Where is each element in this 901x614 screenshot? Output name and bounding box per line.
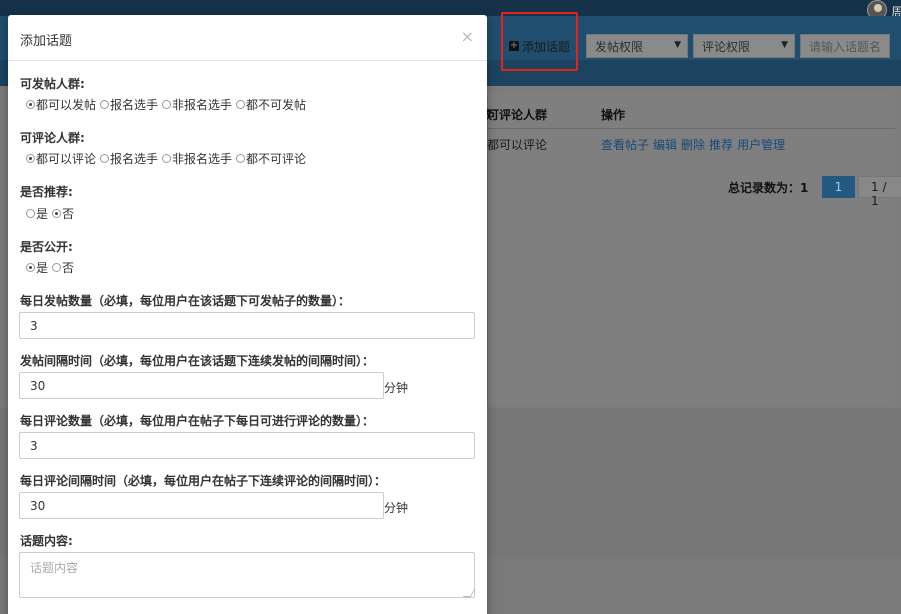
topic-search-input[interactable]: 请输入话题名 — [800, 34, 890, 58]
daily-comments-input[interactable]: 3 — [19, 432, 475, 459]
column-header-commenters: 可评论人群 — [487, 108, 548, 122]
comment-group-option-registered[interactable]: 报名选手 — [98, 150, 158, 167]
radio-label: 否 — [62, 207, 75, 221]
post-interval-unit: 分钟 — [384, 381, 409, 395]
post-permission-value: 发帖权限 — [595, 40, 644, 54]
radio-label: 报名选手 — [110, 152, 159, 166]
radio-checked-icon[interactable] — [26, 263, 35, 272]
radio-label: 非报名选手 — [172, 98, 233, 112]
radio-label: 都可以评论 — [36, 152, 97, 166]
comment-group-label: 可评论人群: — [20, 131, 85, 145]
highlight-annotation — [501, 12, 578, 71]
radio-icon[interactable] — [162, 100, 172, 109]
radio-checked-icon[interactable] — [26, 154, 35, 163]
comment-interval-input[interactable]: 30 — [19, 492, 384, 519]
comment-permission-select[interactable]: 评论权限 ▼ — [693, 34, 795, 58]
delete-link[interactable]: 删除 — [681, 138, 705, 152]
public-label: 是否公开: — [20, 240, 73, 254]
comment-group-radios: 都可以评论 报名选手 非报名选手 都不可评论 — [24, 150, 308, 167]
close-icon[interactable]: × — [461, 27, 474, 46]
radio-label: 是 — [36, 261, 49, 275]
total-records: 总记录数为：1 — [728, 181, 809, 195]
post-group-option-registered[interactable]: 报名选手 — [98, 96, 158, 113]
recommend-link[interactable]: 推荐 — [709, 138, 733, 152]
daily-posts-label: 每日发帖数量（必填，每位用户在该话题下可发帖子的数量）： — [20, 294, 351, 308]
content-textarea[interactable]: 话题内容 — [19, 552, 475, 598]
caret-down-icon: ▼ — [781, 40, 788, 50]
daily-comments-label: 每日评论数量（必填，每位用户在帖子下每日可进行评论的数量）： — [20, 414, 375, 428]
topic-search-placeholder: 请输入话题名 — [809, 40, 882, 54]
post-interval-input[interactable]: 30 — [19, 372, 384, 399]
comment-interval-label: 每日评论间隔时间（必填，每位用户在帖子下连续评论的间隔时间）： — [20, 474, 387, 488]
comment-permission-value: 评论权限 — [702, 40, 751, 54]
post-group-option-unregistered[interactable]: 非报名选手 — [160, 96, 232, 113]
post-group-label: 可发帖人群: — [20, 77, 85, 91]
caret-down-icon: ▼ — [674, 40, 681, 50]
radio-label: 都不可评论 — [246, 152, 307, 166]
radio-label: 都可以发帖 — [36, 98, 97, 112]
radio-icon[interactable] — [162, 154, 172, 163]
radio-label: 都不可发帖 — [246, 98, 307, 112]
public-radios: 是 否 — [24, 259, 76, 276]
view-posts-link[interactable]: 查看帖子 — [601, 138, 649, 152]
post-group-option-none[interactable]: 都不可发帖 — [234, 96, 306, 113]
radio-label: 否 — [62, 261, 75, 275]
top-bar — [0, 0, 901, 16]
modal-header: 添加话题 × — [8, 15, 487, 61]
comment-group-option-all[interactable]: 都可以评论 — [24, 150, 96, 167]
user-management-link[interactable]: 用户管理 — [737, 138, 785, 152]
comment-group-option-unregistered[interactable]: 非报名选手 — [160, 150, 232, 167]
public-option-no[interactable]: 否 — [50, 259, 74, 276]
radio-label: 报名选手 — [110, 98, 159, 112]
daily-posts-input[interactable]: 3 — [19, 312, 475, 339]
radio-icon[interactable] — [26, 209, 35, 218]
radio-label: 是 — [36, 207, 49, 221]
column-header-actions: 操作 — [601, 108, 626, 122]
recommend-option-no[interactable]: 否 — [50, 205, 74, 222]
modal-title: 添加话题 — [20, 34, 73, 49]
radio-checked-icon[interactable] — [26, 100, 35, 109]
radio-icon[interactable] — [236, 100, 246, 109]
pagination-current-page[interactable]: 1 — [822, 176, 855, 198]
radio-label: 非报名选手 — [172, 152, 233, 166]
edit-link[interactable]: 编辑 — [653, 138, 677, 152]
public-option-yes[interactable]: 是 — [24, 259, 48, 276]
recommend-radios: 是 否 — [24, 205, 76, 222]
table-cell-commenters: 都可以评论 — [487, 138, 548, 152]
comment-group-option-none[interactable]: 都不可评论 — [234, 150, 306, 167]
post-permission-select[interactable]: 发帖权限 ▼ — [586, 34, 688, 58]
radio-icon[interactable] — [236, 154, 246, 163]
comment-interval-unit: 分钟 — [384, 501, 409, 515]
table-divider — [487, 128, 895, 129]
recommend-option-yes[interactable]: 是 — [24, 205, 48, 222]
radio-icon[interactable] — [52, 263, 62, 272]
pagination-page-of: 1 / 1 — [858, 176, 901, 208]
table-row-actions: 查看帖子 编辑 删除 推荐 用户管理 — [601, 136, 789, 153]
content-label: 话题内容: — [20, 534, 73, 548]
radio-checked-icon[interactable] — [52, 209, 62, 218]
post-group-radios: 都可以发帖 报名选手 非报名选手 都不可发帖 — [24, 96, 308, 113]
post-group-option-all[interactable]: 都可以发帖 — [24, 96, 96, 113]
radio-icon[interactable] — [100, 154, 110, 163]
post-interval-label: 发帖间隔时间（必填，每位用户在该话题下连续发帖的间隔时间）： — [20, 354, 375, 368]
add-topic-modal: 添加话题 × 可发帖人群: 都可以发帖 报名选手 非报名选手 都不可发帖 可评论… — [8, 15, 487, 614]
radio-icon[interactable] — [100, 100, 110, 109]
recommend-label: 是否推荐: — [20, 185, 73, 199]
